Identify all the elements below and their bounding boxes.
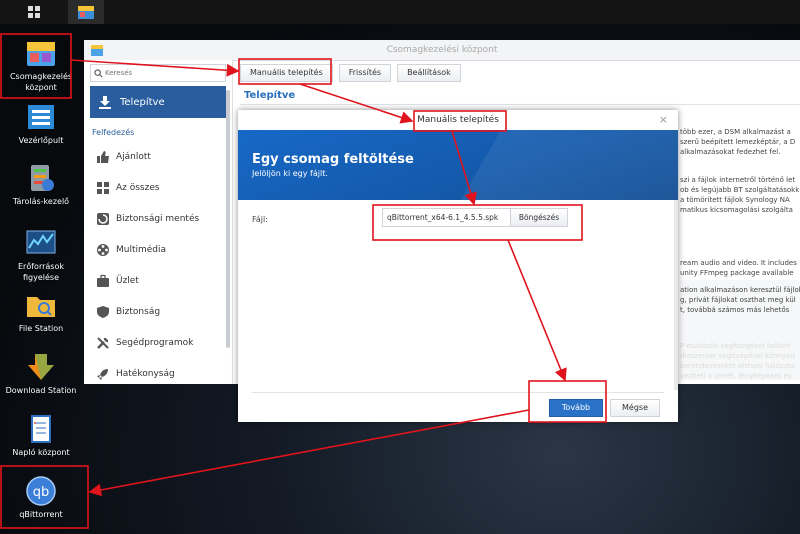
- sidebar-item-recommended[interactable]: Ajánlott: [84, 141, 232, 172]
- next-button[interactable]: Tovább: [549, 399, 603, 417]
- desktop-icon-label: Erőforrások figyelése: [18, 262, 64, 282]
- settings-button[interactable]: Beállítások: [397, 64, 461, 82]
- sidebar-item-business[interactable]: Üzlet: [84, 265, 232, 296]
- tools-icon: [97, 336, 109, 349]
- dialog-heading: Egy csomag feltöltése: [252, 152, 414, 167]
- grid-icon: [28, 6, 40, 18]
- sidebar-item-utilities[interactable]: Segédprogramok: [84, 327, 232, 358]
- package-description: ream audio and video. It includes unity F…: [680, 259, 797, 277]
- desktop-icon-qbittorrent[interactable]: qb qBittorrent: [1, 476, 81, 520]
- window-title: Csomagkezelési központ: [386, 45, 498, 55]
- toolbar: Manuális telepítés Frissítés Beállítások: [240, 64, 467, 82]
- desktop-icon-label: Tárolás-kezelő: [12, 197, 70, 206]
- sidebar: Telepítve Felfedezés Ajánlott Az összes …: [84, 60, 233, 384]
- desktop-icon-package-center[interactable]: Csomagkezelés központ: [1, 38, 81, 93]
- desktop-icon-file-station[interactable]: File Station: [1, 290, 81, 334]
- file-label: Fájl:: [252, 215, 268, 224]
- desktop-icon-label: Download Station: [5, 386, 77, 395]
- heading-divider: [240, 104, 800, 105]
- package-description: P-eszközök segítségével tallózh diaszerve…: [680, 342, 796, 380]
- annotation-arrow: [88, 409, 530, 497]
- desktop-icon-label: Napló központ: [12, 448, 70, 457]
- backup-icon: [97, 212, 109, 225]
- sidebar-item-label: Üzlet: [116, 275, 139, 286]
- dialog-scrollbar[interactable]: [674, 200, 678, 390]
- main-menu-button[interactable]: [16, 0, 52, 24]
- close-icon[interactable]: ×: [659, 110, 668, 130]
- sidebar-item-label: Biztonsági mentés: [116, 213, 200, 224]
- desktop-icon-resource-monitor[interactable]: Erőforrások figyelése: [1, 228, 81, 283]
- sidebar-item-security[interactable]: Biztonság: [84, 296, 232, 327]
- svg-text:qb: qb: [33, 485, 50, 500]
- cancel-button[interactable]: Mégse: [610, 399, 660, 417]
- desktop-icon-control-panel[interactable]: Vezérlőpult: [1, 102, 81, 146]
- dialog-title-bar: Manuális telepítés ×: [238, 110, 678, 131]
- footer-divider: [252, 392, 664, 393]
- search-icon: [94, 68, 103, 77]
- package-center-icon: [78, 6, 94, 19]
- manual-install-button[interactable]: Manuális telepítés: [240, 64, 333, 82]
- desktop-icon-label: File Station: [18, 324, 64, 333]
- installed-heading: Telepítve: [244, 90, 296, 101]
- sidebar-scrollbar[interactable]: [226, 90, 230, 348]
- package-center-icon: [90, 43, 104, 57]
- taskbar-package-center[interactable]: [68, 0, 104, 24]
- desktop-icon-download-station[interactable]: Download Station: [1, 352, 81, 396]
- search-input[interactable]: [103, 69, 205, 77]
- manual-install-dialog: Manuális telepítés × Egy csomag feltölté…: [238, 110, 678, 422]
- sidebar-item-multimedia[interactable]: Multimédia: [84, 234, 232, 265]
- rocket-icon: [97, 368, 108, 380]
- sidebar-item-installed[interactable]: Telepítve: [90, 86, 226, 118]
- sidebar-item-label: Hatékonyság: [116, 368, 175, 379]
- sidebar-item-backup[interactable]: Biztonsági mentés: [84, 203, 232, 234]
- sidebar-item-label: Biztonság: [116, 306, 161, 317]
- refresh-button[interactable]: Frissítés: [338, 64, 392, 82]
- desktop-icon-log-center[interactable]: Napló központ: [1, 414, 81, 458]
- film-reel-icon: [97, 243, 109, 256]
- desktop-icon-label: qBittorrent: [19, 510, 63, 519]
- sidebar-section-label: Felfedezés: [92, 128, 135, 137]
- package-description: több ezer, a DSM alkalmazást a szerű beép…: [680, 128, 796, 156]
- sidebar-item-label: Ajánlott: [116, 151, 151, 162]
- desktop-icon-label: Csomagkezelés központ: [9, 72, 73, 92]
- dialog-subheading: Jelöljön ki egy fájlt.: [252, 169, 328, 178]
- file-path-field[interactable]: qBittorrent_x64-6.1_4.5.5.spk: [382, 208, 518, 227]
- sidebar-item-label: Telepítve: [120, 96, 165, 108]
- sidebar-item-label: Segédprogramok: [116, 337, 194, 348]
- folder-icon: [24, 290, 58, 320]
- resource-monitor-icon: [24, 228, 58, 258]
- download-icon: [99, 96, 111, 109]
- dialog-title: Manuális telepítés: [417, 115, 499, 125]
- grid-icon: [97, 181, 109, 194]
- sidebar-item-label: Az összes: [116, 182, 160, 193]
- storage-manager-icon: [24, 163, 58, 193]
- sidebar-item-productivity[interactable]: Hatékonyság: [84, 358, 232, 389]
- package-description: ation alkalmazáson keresztül fájlok g, pr…: [680, 286, 800, 314]
- dialog-banner: Egy csomag feltöltése Jelöljön ki egy fá…: [238, 130, 678, 200]
- desktop-icon-label: Vezérlőpult: [18, 136, 64, 145]
- thumbs-up-icon: [97, 150, 109, 163]
- package-center-icon: [24, 38, 58, 68]
- desktop-icon-storage-manager[interactable]: Tárolás-kezelő: [1, 163, 81, 207]
- package-description: szi a fájlok internetről történő let ob é…: [680, 176, 800, 214]
- search-box[interactable]: [90, 64, 226, 82]
- shield-icon: [97, 305, 109, 318]
- qbittorrent-icon: qb: [24, 476, 58, 506]
- taskbar: [0, 0, 800, 24]
- sidebar-item-label: Multimédia: [116, 244, 167, 255]
- briefcase-icon: [97, 274, 109, 287]
- control-panel-icon: [24, 102, 58, 132]
- log-document-icon: [24, 414, 58, 444]
- download-arrow-icon: [24, 352, 58, 382]
- sidebar-item-all[interactable]: Az összes: [84, 172, 232, 203]
- browse-button[interactable]: Böngészés: [510, 208, 568, 227]
- window-title-bar: Csomagkezelési központ: [84, 40, 800, 61]
